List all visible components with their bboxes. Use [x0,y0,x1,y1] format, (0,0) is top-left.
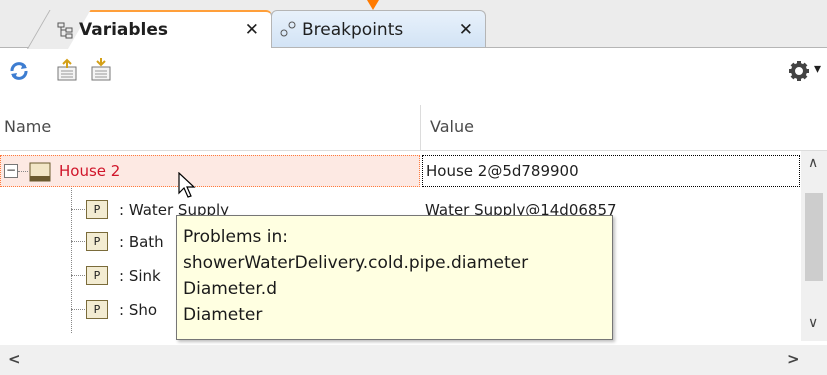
drop-marker [367,0,379,10]
scroll-thumb[interactable] [805,193,823,281]
tooltip-line: showerWaterDelivery.cold.pipe.diameter [183,253,529,273]
variables-icon [57,22,73,39]
tab-breakpoints[interactable]: Breakpoints ✕ [271,10,486,48]
part-icon: P [86,200,108,219]
close-icon[interactable]: ✕ [459,20,473,40]
mouse-cursor-icon [178,172,196,198]
close-icon[interactable]: ✕ [245,20,259,40]
tab-breakpoints-label: Breakpoints [302,19,404,40]
tooltip-line: Diameter [183,305,263,325]
scroll-right-icon[interactable]: > [787,350,800,368]
tree-connector [18,171,28,172]
collapse-icon[interactable]: − [4,164,18,178]
tooltip-line: Diameter.d [183,279,277,299]
tree-connector [71,209,85,210]
horizontal-scrollbar[interactable]: < > [0,345,827,375]
block-icon [29,162,51,182]
problems-tooltip: Problems in: showerWaterDelivery.cold.pi… [176,215,613,340]
scroll-up-icon[interactable]: ∧ [808,155,818,171]
scroll-down-icon[interactable]: ∨ [808,315,818,331]
column-value-header[interactable]: Value [430,117,474,136]
chevron-down-icon[interactable]: ▾ [814,61,821,77]
row-name: House 2 [59,162,121,180]
gear-icon[interactable] [788,58,810,84]
tree-connector [71,309,85,310]
part-icon: P [86,232,108,251]
breakpoints-icon [280,21,296,37]
vertical-scrollbar[interactable]: ∧ ∨ [801,151,827,341]
tooltip-line: Problems in: [183,227,288,247]
toolbar: ▾ [0,49,827,95]
column-separator[interactable] [420,105,421,151]
refresh-icon[interactable] [6,58,32,84]
row-value: House 2@5d789900 [426,162,579,180]
row-name: : Sho [119,301,158,319]
table-row[interactable]: − House 2 House 2@5d789900 [0,155,800,187]
header-divider [0,150,827,151]
tree-connector [71,241,85,242]
tab-variables-label: Variables [79,20,169,40]
scroll-left-icon[interactable]: < [8,350,21,368]
import-icon[interactable] [88,58,114,84]
part-icon: P [86,300,108,319]
tree-connector [71,275,85,276]
column-header: Name Value [0,105,827,151]
export-icon[interactable] [54,58,80,84]
part-icon: P [86,266,108,285]
column-name-header[interactable]: Name [4,117,51,136]
row-name: : Bath [119,233,164,251]
row-name: : Sink [119,267,161,285]
tab-variables[interactable]: Variables ✕ [48,10,272,48]
tab-bar: Variables ✕ Breakpoints ✕ [0,0,827,48]
